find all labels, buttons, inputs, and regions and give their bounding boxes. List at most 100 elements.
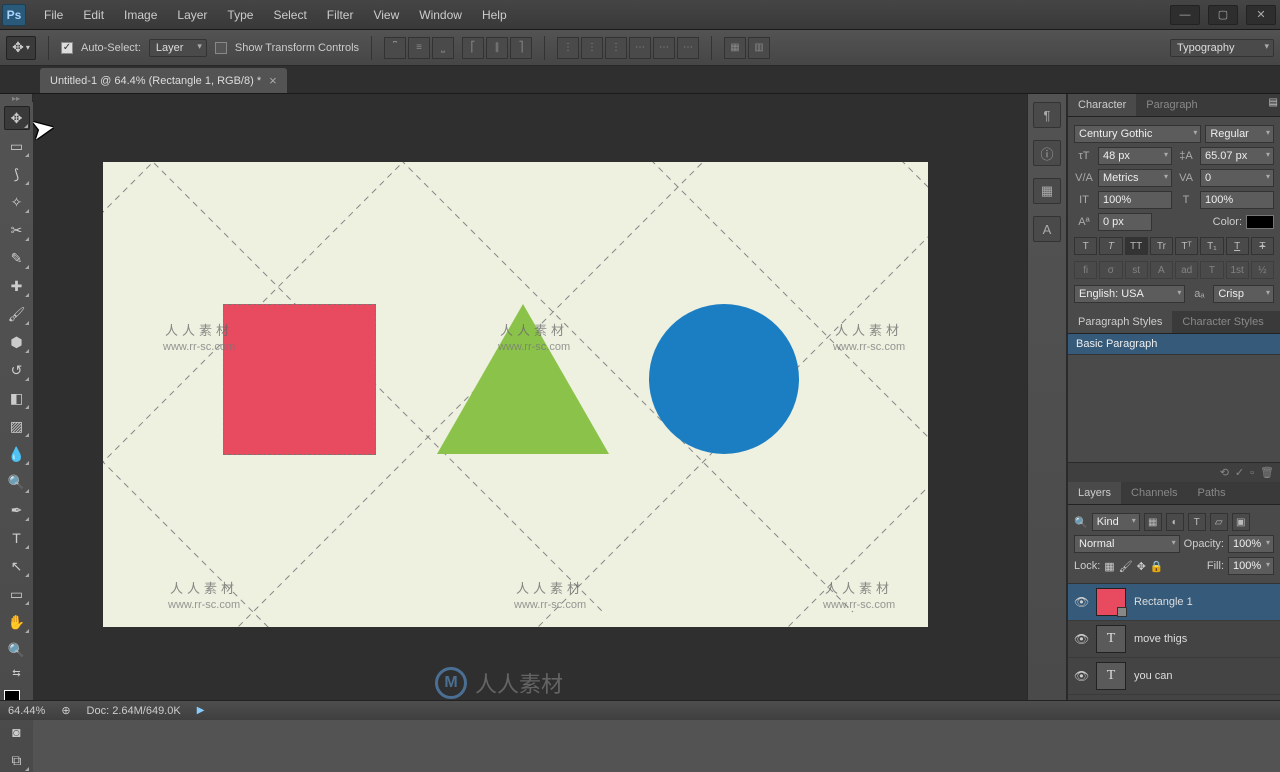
layer-row[interactable]: 👁 T move thigs [1068,621,1280,658]
opacity-input[interactable]: 100% [1228,535,1274,553]
tracking-input[interactable]: 0 [1200,169,1274,187]
menu-image[interactable]: Image [114,2,167,28]
menu-select[interactable]: Select [263,2,316,28]
ot-ordinals[interactable]: 1st [1226,261,1249,279]
menu-view[interactable]: View [363,2,409,28]
font-family-dropdown[interactable]: Century Gothic [1074,125,1201,143]
workspace-dropdown[interactable]: Typography [1170,39,1274,57]
marquee-tool[interactable]: ▭ [4,134,30,158]
baseline-input[interactable]: 0 px [1098,213,1152,231]
close-button[interactable]: ✕ [1246,5,1276,25]
show-transform-checkbox[interactable] [215,42,227,54]
canvas[interactable]: 人人素材www.rr-sc.com 人人素材www.rr-sc.com 人人素材… [103,162,928,627]
font-size-input[interactable]: 48 px [1098,147,1172,165]
lock-trans-icon[interactable]: ▦ [1104,560,1114,573]
align-bottom-icon[interactable]: ⎵ [432,37,454,59]
shape-rectangle[interactable] [223,304,376,455]
layer-row[interactable]: 👁 T you can [1068,658,1280,695]
screenmode-tool[interactable]: ⧉ [4,748,30,772]
menu-help[interactable]: Help [472,2,517,28]
wand-tool[interactable]: ✧ [4,190,30,214]
font-style-dropdown[interactable]: Regular [1205,125,1274,143]
tt-underline[interactable]: T [1226,237,1249,255]
dodge-tool[interactable]: 🔍 [4,470,30,494]
filter-kind-dropdown[interactable]: Kind [1092,513,1140,531]
fill-input[interactable]: 100% [1228,557,1274,575]
tab-paragraph[interactable]: Paragraph [1136,94,1207,116]
lock-pixels-icon[interactable]: 🖌 [1119,560,1133,573]
stamp-tool[interactable]: ⬢ [4,330,30,354]
zoom-value[interactable]: 64.44% [8,705,45,717]
distribute-3-icon[interactable]: ⋮ [605,37,627,59]
filter-pixel-icon[interactable]: ▦ [1144,513,1162,531]
ot-contextual[interactable]: σ [1099,261,1122,279]
align-top-icon[interactable]: ⎴ [384,37,406,59]
lock-all-icon[interactable]: 🔒 [1150,560,1164,573]
maximize-button[interactable]: ▢ [1208,5,1238,25]
history-brush-tool[interactable]: ↺ [4,358,30,382]
dock-swatches-icon[interactable]: ▦ [1033,178,1061,204]
distribute-1-icon[interactable]: ⋮ [557,37,579,59]
shape-tool[interactable]: ▭ [4,582,30,606]
align-right-icon[interactable]: ⎤ [510,37,532,59]
move-tool[interactable]: ✥ [4,106,30,130]
pen-tool[interactable]: ✒ [4,498,30,522]
lock-pos-icon[interactable]: ✥ [1137,560,1146,573]
tt-allcaps[interactable]: TT [1125,237,1148,255]
leading-input[interactable]: 65.07 px [1200,147,1274,165]
text-color-swatch[interactable] [1246,215,1274,229]
healing-tool[interactable]: ✚ [4,274,30,298]
dock-info-icon[interactable]: ⓘ [1033,140,1061,166]
ot-stylistic[interactable]: ad [1175,261,1198,279]
eraser-tool[interactable]: ◧ [4,386,30,410]
quickmask-tool[interactable]: ◙ [4,720,30,744]
blur-tool[interactable]: 💧 [4,442,30,466]
kerning-dropdown[interactable]: Metrics [1098,169,1172,187]
layers-flyout-icon[interactable]: ▤ [1269,97,1278,108]
paragraph-style-item[interactable]: Basic Paragraph [1068,334,1280,355]
filter-shape-icon[interactable]: ▱ [1210,513,1228,531]
arrange-1-icon[interactable]: ▦ [724,37,746,59]
crop-tool[interactable]: ✂ [4,218,30,242]
hand-tool[interactable]: ✋ [4,610,30,634]
arrange-2-icon[interactable]: ▥ [748,37,770,59]
tab-character[interactable]: Character [1068,94,1136,116]
zoom-tool[interactable]: 🔍 [4,638,30,662]
menu-filter[interactable]: Filter [317,2,364,28]
layer-name[interactable]: move thigs [1134,633,1187,645]
ot-ligatures[interactable]: fi [1074,261,1097,279]
autoselect-target-dropdown[interactable]: Layer [149,39,207,57]
filter-adjust-icon[interactable]: ◐ [1166,513,1184,531]
filter-smart-icon[interactable]: ▣ [1232,513,1250,531]
tt-superscript[interactable]: Tᵀ [1175,237,1198,255]
distribute-4-icon[interactable]: ⋯ [629,37,651,59]
menu-type[interactable]: Type [217,2,263,28]
filter-type-icon[interactable]: T [1188,513,1206,531]
ps-new-icon[interactable]: ▫ [1250,467,1254,479]
document-tab[interactable]: Untitled-1 @ 64.4% (Rectangle 1, RGB/8) … [40,68,287,93]
tab-character-styles[interactable]: Character Styles [1172,311,1273,333]
antialias-dropdown[interactable]: Crisp [1213,285,1274,303]
menu-edit[interactable]: Edit [73,2,114,28]
ps-apply-icon[interactable]: ✓ [1235,466,1244,479]
tab-channels[interactable]: Channels [1121,482,1187,504]
layer-row[interactable]: 👁 Rectangle 1 [1068,584,1280,621]
align-vcenter-icon[interactable]: ≡ [408,37,430,59]
eyedropper-tool[interactable]: ✎ [4,246,30,270]
ps-trash-icon[interactable]: 🗑 [1260,466,1274,479]
distribute-6-icon[interactable]: ⋯ [677,37,699,59]
canvas-viewport[interactable]: ➤ www.rr-sc.com 人人素材www.rr-sc.com 人人素材ww… [33,94,1027,700]
visibility-icon[interactable]: 👁 [1074,595,1088,609]
gradient-tool[interactable]: ▨ [4,414,30,438]
tab-layers[interactable]: Layers [1068,482,1121,504]
layer-name[interactable]: Rectangle 1 [1134,596,1193,608]
tt-smallcaps[interactable]: Tr [1150,237,1173,255]
brush-tool[interactable]: 🖌 [4,302,30,326]
vscale-input[interactable]: 100% [1098,191,1172,209]
ot-swash[interactable]: A [1150,261,1173,279]
document-tab-close-icon[interactable]: × [269,73,277,88]
menu-file[interactable]: File [34,2,73,28]
tt-faux-bold[interactable]: T [1074,237,1097,255]
current-tool-icon[interactable]: ✥▾ [6,36,36,60]
distribute-2-icon[interactable]: ⋮ [581,37,603,59]
